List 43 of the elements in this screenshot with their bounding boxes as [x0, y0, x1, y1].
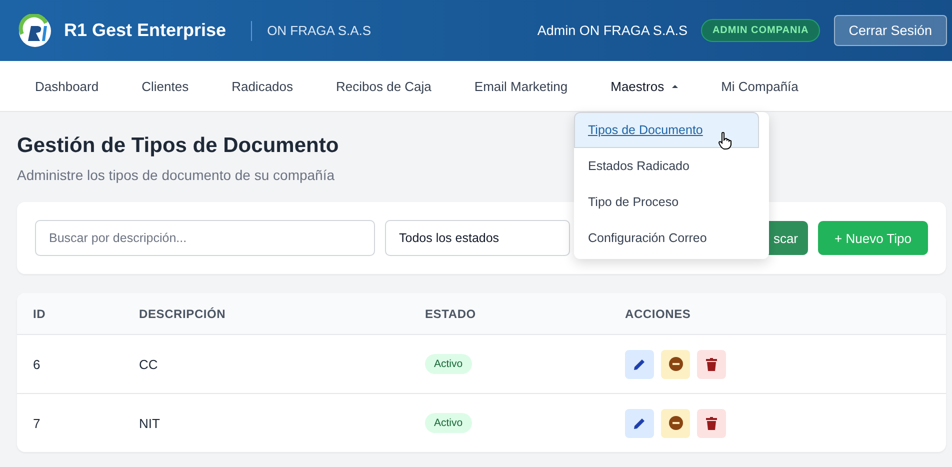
minus-circle-icon — [668, 416, 682, 430]
status-badge: Activo — [425, 413, 472, 433]
column-header: DESCRIPCIÓN — [139, 306, 227, 320]
trash-icon — [706, 358, 717, 370]
table-cell-text: 6 — [33, 356, 42, 372]
role-badge: ADMIN COMPANIA — [701, 19, 820, 42]
page-title: Gestión de Tipos de Documento — [17, 134, 339, 158]
logo-icon — [18, 14, 52, 48]
table-cell-text: NIT — [139, 416, 161, 430]
nav-link[interactable]: Clientes — [142, 78, 189, 94]
trash-icon — [706, 416, 717, 430]
app-title: R1 Gest Enterprise — [64, 20, 226, 41]
nav-link[interactable]: Mi Compañía — [721, 78, 798, 94]
company-name: ON FRAGA S.A.S — [267, 23, 372, 38]
page-subtitle: Administre los tipos de documento de su compañía — [17, 167, 336, 183]
user-name: Admin ON FRAGA S.A.S — [537, 23, 688, 38]
nav-dropdown[interactable]: Maestros — [610, 78, 678, 94]
search-field[interactable]: Buscar por descripción... — [35, 220, 375, 256]
nav-link[interactable]: Radicados — [232, 78, 294, 94]
pencil-icon — [633, 358, 646, 370]
delete-button[interactable] — [697, 408, 726, 438]
menu-item[interactable]: Tipos de Documento — [574, 112, 759, 148]
nav-link[interactable]: Dashboard — [35, 78, 99, 94]
table-cell-text: 7 — [33, 416, 42, 430]
minus-circle-icon — [668, 357, 682, 371]
status-select[interactable]: Todos los estados — [385, 220, 570, 256]
column-header: ACCIONES — [625, 306, 692, 320]
menu-item[interactable]: Tipo de Proceso — [574, 184, 769, 220]
status-badge: Activo — [425, 354, 472, 374]
deactivate-button[interactable] — [661, 350, 690, 378]
edit-button[interactable] — [625, 350, 654, 378]
delete-button[interactable] — [697, 350, 726, 378]
deactivate-button[interactable] — [661, 408, 690, 438]
menu-item[interactable]: Estados Radicado — [574, 148, 769, 184]
pencil-icon — [633, 416, 646, 430]
column-header: ID — [33, 306, 47, 320]
logout-button[interactable]: Cerrar Sesión — [834, 15, 947, 46]
hand-cursor-icon — [718, 132, 732, 150]
nav-link[interactable]: Email Marketing — [474, 78, 568, 94]
column-header: ESTADO — [425, 306, 477, 320]
table-cell-text: CC — [139, 356, 159, 372]
edit-button[interactable] — [625, 408, 654, 438]
nav-link[interactable]: Recibos de Caja — [336, 78, 432, 94]
